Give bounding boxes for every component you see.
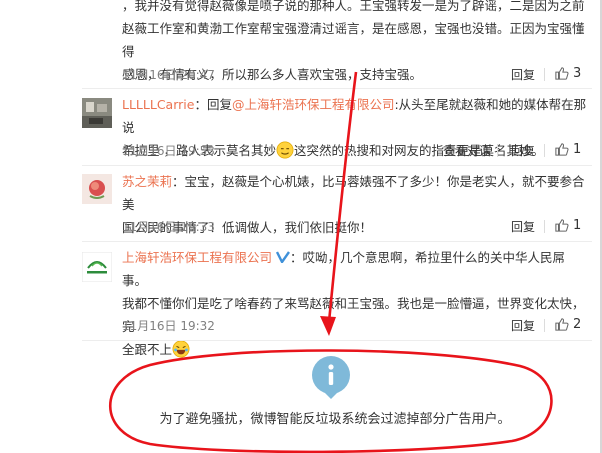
divider-bar: [544, 68, 545, 81]
comment-divider: [82, 165, 592, 166]
anti-spam-notice: 为了避免骚扰，微博智能反垃圾系统会过滤掉部分广告用户。: [159, 412, 511, 427]
comment-4-text-line-3: 全跟不上: [122, 342, 173, 357]
comment-1-line-1: ，我并没有觉得赵薇像是喷子说的那种人。王宝强转发一是为了辟谣，二是因为之前: [122, 0, 585, 13]
divider-bar: [544, 144, 545, 157]
comment-2-like-count: 1: [573, 142, 582, 157]
comment-3-username[interactable]: 苏之茉莉: [122, 174, 172, 189]
divider-bar: [544, 319, 545, 332]
comment-4-time: 11月16日 19:32: [122, 319, 215, 333]
comment-4: 上海轩浩环保工程有限公司 ：哎呦，几个意思啊，希拉里什么的关中华人民屌事。 我都…: [122, 246, 588, 361]
weibo-comments-page: ，我并没有觉得赵薇像是喷子说的那种人。王宝强转发一是为了辟谣，二是因为之前 赵薇…: [0, 0, 602, 453]
comment-2-username[interactable]: LLLLLCarrie: [122, 97, 194, 112]
avatar[interactable]: [82, 98, 112, 128]
comment-4-username[interactable]: 上海轩浩环保工程有限公司: [122, 250, 272, 265]
divider-bar: [544, 220, 545, 233]
comment-3-text-line-1: ：宝宝，赵薇是个心机婊，比马蓉婊强不了多少！你是老实人，就不要参合美: [122, 174, 585, 212]
comment-1-like-count: 3: [573, 66, 582, 81]
comment-1-reply-button[interactable]: 回复: [511, 66, 535, 83]
view-conversation-link[interactable]: 查看对话: [443, 142, 491, 159]
avatar[interactable]: [82, 174, 112, 204]
thumbs-up-icon[interactable]: [555, 66, 569, 80]
thumbs-up-icon[interactable]: [555, 218, 569, 232]
reply-prefix: ：回复: [194, 97, 232, 112]
comment-3-time: 11月16日 19:33: [122, 220, 215, 234]
comment-2-time: 11月16日 19:53: [122, 144, 215, 158]
comment-divider: [82, 88, 592, 89]
comment-divider: [82, 340, 592, 341]
thumbs-up-icon[interactable]: [555, 317, 569, 331]
divider-bar: [497, 144, 498, 157]
comment-divider: [82, 241, 592, 242]
comment-4-like-count: 2: [573, 317, 582, 332]
thumbs-up-icon[interactable]: [555, 142, 569, 156]
info-icon: [312, 356, 350, 394]
comment-1-line-2: 赵薇工作室和黄渤工作室帮宝强澄清过谣言，是在感恩，宝强也没错。正因为宝强懂得: [122, 21, 585, 59]
avatar[interactable]: [82, 252, 112, 282]
comment-1-time: 11月16日 20:47: [122, 68, 215, 82]
comment-4-reply-button[interactable]: 回复: [511, 317, 535, 334]
comment-3-like-count: 1: [573, 218, 582, 233]
comment-2-reply-button[interactable]: 回复: [511, 142, 535, 159]
laughing-tears-emoji-icon: [172, 340, 190, 358]
comment-2-text-part-3: 这突然的热搜和对网友的指责更是莫名其妙。: [293, 143, 544, 158]
verified-badge-icon: [275, 251, 290, 264]
mention-link[interactable]: @上海轩浩环保工程有限公司: [232, 97, 395, 112]
comment-3-reply-button[interactable]: 回复: [511, 218, 535, 235]
info-icon-pointer: [324, 392, 338, 399]
awkward-smile-emoji-icon: [276, 141, 294, 159]
